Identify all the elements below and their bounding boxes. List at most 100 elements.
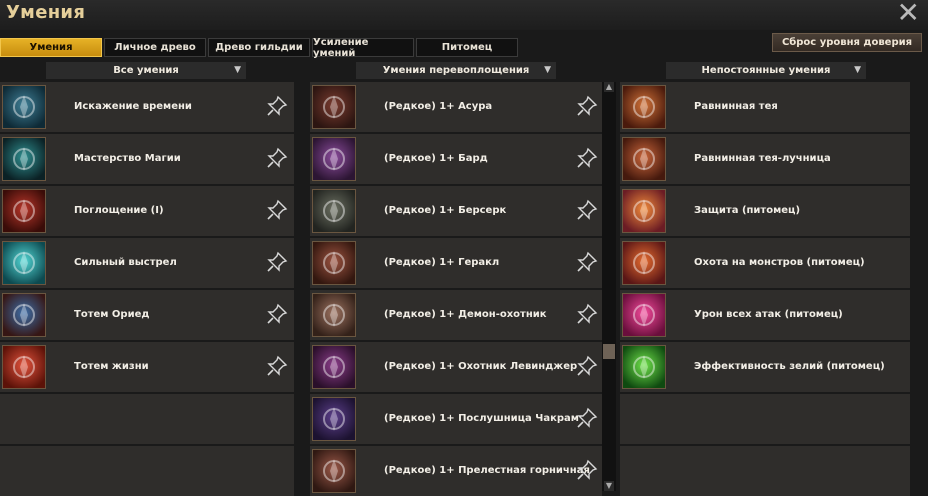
strong-shot-icon[interactable] (2, 241, 46, 285)
scroll-up-arrow-icon[interactable]: ▲ (604, 82, 614, 92)
time-distortion-icon[interactable] (2, 85, 46, 129)
reset-trust-level-button[interactable]: Сброс уровня доверия (772, 33, 922, 52)
skill-row[interactable]: Искажение времени (0, 82, 294, 132)
scroll-down-arrow-icon[interactable]: ▼ (604, 481, 614, 491)
skill-label: Поглощение (I) (74, 205, 164, 216)
pin-icon[interactable] (266, 355, 288, 377)
skill-label: (Редкое) 1+ Послушница Чакрам (384, 413, 579, 424)
column-header-label: Все умения (113, 65, 179, 76)
pet-potion-efficiency-icon[interactable] (622, 345, 666, 389)
pin-icon[interactable] (576, 147, 598, 169)
column-header-0[interactable]: Все умения ▼ (46, 62, 246, 79)
pin-icon[interactable] (576, 95, 598, 117)
pin-icon[interactable] (266, 199, 288, 221)
pet-monster-hunt-icon[interactable] (622, 241, 666, 285)
levinger-hunter-card-icon[interactable] (312, 345, 356, 389)
skill-label: Охота на монстров (питомец) (694, 257, 865, 268)
tab-0[interactable]: Умения (0, 38, 102, 57)
skill-row[interactable]: Равнинная тея-лучница (620, 134, 910, 184)
skill-row[interactable]: (Редкое) 1+ Бард (310, 134, 602, 184)
skill-label: Равнинная тея (694, 101, 778, 112)
skill-label: Сильный выстрел (74, 257, 177, 268)
magic-mastery-icon[interactable] (2, 137, 46, 181)
pin-icon[interactable] (576, 407, 598, 429)
life-totem-icon[interactable] (2, 345, 46, 389)
pin-icon[interactable] (576, 251, 598, 273)
pet-defense-icon[interactable] (622, 189, 666, 233)
pin-icon[interactable] (576, 199, 598, 221)
empty-slot (620, 446, 910, 496)
skill-label: Защита (питомец) (694, 205, 801, 216)
pin-icon[interactable] (576, 355, 598, 377)
skill-label: Искажение времени (74, 101, 192, 112)
skill-label: (Редкое) 1+ Бард (384, 153, 488, 164)
tab-3[interactable]: Усиление умений (312, 37, 414, 59)
chakram-novice-card-icon[interactable] (312, 397, 356, 441)
skill-row[interactable]: Тотем жизни (0, 342, 294, 392)
skill-label: (Редкое) 1+ Берсерк (384, 205, 507, 216)
scroll-thumb[interactable] (603, 344, 615, 359)
column-header-1[interactable]: Умения перевоплощения ▼ (356, 62, 556, 79)
skill-label: Тотем жизни (74, 361, 149, 372)
column-header-label: Непостоянные умения (701, 65, 831, 76)
skill-row[interactable]: (Редкое) 1+ Демон-охотник (310, 290, 602, 340)
tab-bar: Умения Личное древо Древо гильдии Усиление … (0, 37, 520, 59)
tab-4[interactable]: Питомец (416, 38, 518, 57)
skill-label: (Редкое) 1+ Асура (384, 101, 493, 112)
skill-row[interactable]: (Редкое) 1+ Асура (310, 82, 602, 132)
pet-attack-damage-icon[interactable] (622, 293, 666, 337)
window-title: Умения (6, 2, 86, 23)
plains-teya-archer-icon[interactable] (622, 137, 666, 181)
skill-label: (Редкое) 1+ Прелестная горничная (384, 465, 590, 476)
skill-row[interactable]: Урон всех атак (питомец) (620, 290, 910, 340)
skill-row[interactable]: Эффективность зелий (питомец) (620, 342, 910, 392)
pin-icon[interactable] (576, 459, 598, 481)
skill-row[interactable]: Поглощение (I) (0, 186, 294, 236)
empty-slot (0, 446, 294, 496)
oried-totem-icon[interactable] (2, 293, 46, 337)
pin-icon[interactable] (576, 303, 598, 325)
empty-slot (0, 394, 294, 444)
plains-teya-icon[interactable] (622, 85, 666, 129)
skill-row[interactable]: Сильный выстрел (0, 238, 294, 288)
skill-label: Мастерство Магии (74, 153, 181, 164)
demon-hunter-card-icon[interactable] (312, 293, 356, 337)
skill-label: Эффективность зелий (питомец) (694, 361, 885, 372)
skill-label: (Редкое) 1+ Геракл (384, 257, 500, 268)
skill-row[interactable]: Защита (питомец) (620, 186, 910, 236)
close-icon[interactable]: ✕ (897, 0, 920, 27)
skill-label: (Редкое) 1+ Демон-охотник (384, 309, 547, 320)
dropdown-arrow-icon[interactable]: ▼ (234, 65, 241, 75)
skill-row[interactable]: (Редкое) 1+ Послушница Чакрам (310, 394, 602, 444)
tab-1[interactable]: Личное древо (104, 38, 206, 57)
skill-label: Урон всех атак (питомец) (694, 309, 843, 320)
skill-row[interactable]: (Редкое) 1+ Прелестная горничная (310, 446, 602, 496)
heracles-card-icon[interactable] (312, 241, 356, 285)
dropdown-arrow-icon[interactable]: ▼ (544, 65, 551, 75)
skill-label: Тотем Ориед (74, 309, 150, 320)
pin-icon[interactable] (266, 95, 288, 117)
pin-icon[interactable] (266, 147, 288, 169)
tab-2[interactable]: Древо гильдии (208, 38, 310, 57)
title-bar: Умения ✕ (0, 0, 928, 30)
pin-icon[interactable] (266, 303, 288, 325)
scrollbar[interactable]: ▲ ▼ (602, 82, 616, 491)
absorption-shield-icon[interactable] (2, 189, 46, 233)
column-header-label: Умения перевоплощения (382, 65, 530, 76)
skill-row[interactable]: (Редкое) 1+ Берсерк (310, 186, 602, 236)
skill-row[interactable]: Мастерство Магии (0, 134, 294, 184)
skill-row[interactable]: (Редкое) 1+ Геракл (310, 238, 602, 288)
skill-row[interactable]: Охота на монстров (питомец) (620, 238, 910, 288)
berserker-card-icon[interactable] (312, 189, 356, 233)
bard-card-icon[interactable] (312, 137, 356, 181)
column-header-2[interactable]: Непостоянные умения ▼ (666, 62, 866, 79)
charming-maid-card-icon[interactable] (312, 449, 356, 493)
asura-card-icon[interactable] (312, 85, 356, 129)
pin-icon[interactable] (266, 251, 288, 273)
skill-label: Равнинная тея-лучница (694, 153, 831, 164)
skill-row[interactable]: (Редкое) 1+ Охотник Левинджер (310, 342, 602, 392)
skill-row[interactable]: Тотем Ориед (0, 290, 294, 340)
skill-row[interactable]: Равнинная тея (620, 82, 910, 132)
skill-label: (Редкое) 1+ Охотник Левинджер (384, 361, 578, 372)
dropdown-arrow-icon[interactable]: ▼ (854, 65, 861, 75)
